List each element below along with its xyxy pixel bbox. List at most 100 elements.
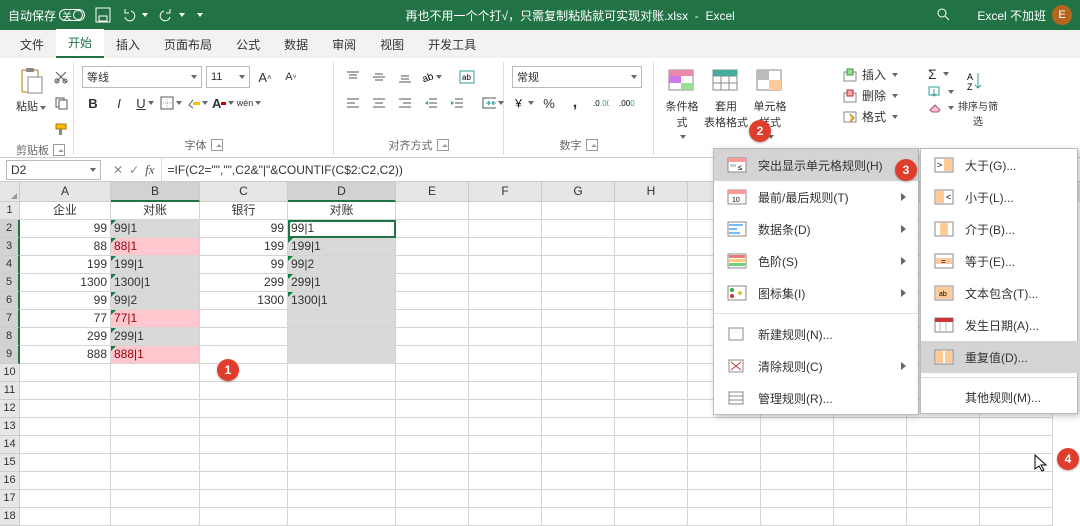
cell[interactable] [688,472,761,490]
cell[interactable] [111,472,200,490]
save-icon[interactable] [95,7,111,23]
cell[interactable]: 企业 [20,202,111,220]
cell[interactable]: 88 [20,238,111,256]
cell[interactable]: 99 [200,220,288,238]
menu-item[interactable]: ≤突出显示单元格规则(H) [714,149,918,181]
border-icon[interactable] [160,92,182,114]
fill-color-icon[interactable] [186,92,208,114]
menu-item[interactable]: >大于(G)... [921,149,1080,181]
font-family-combo[interactable]: 等线 [82,66,202,88]
cell[interactable] [469,418,542,436]
cell[interactable]: 1300 [20,274,111,292]
ribbon-tab-插入[interactable]: 插入 [104,31,152,58]
menu-item[interactable]: 其他规则(M)... [921,382,1080,413]
cell[interactable] [200,310,288,328]
cell[interactable] [200,508,288,526]
cell[interactable] [396,292,469,310]
autosum-button[interactable]: Σ [928,66,954,82]
cell[interactable] [288,328,396,346]
cell[interactable] [288,382,396,400]
cell[interactable] [615,490,688,508]
cell[interactable] [200,328,288,346]
cell[interactable] [542,238,615,256]
cell[interactable] [469,382,542,400]
row-header[interactable]: 10 [0,364,20,382]
number-launcher-icon[interactable] [586,139,598,151]
cell[interactable]: 1300|1 [288,292,396,310]
cell[interactable] [469,400,542,418]
format-cells-button[interactable]: 格式 [842,108,898,125]
cell[interactable]: 888|1 [111,346,200,364]
cell[interactable] [396,220,469,238]
cell[interactable] [20,364,111,382]
cell[interactable] [834,472,907,490]
cell[interactable] [907,418,980,436]
row-header[interactable]: 9 [0,346,20,364]
cell[interactable]: 199|1 [111,256,200,274]
cell[interactable] [761,508,834,526]
cell[interactable] [542,274,615,292]
cell[interactable]: 99|1 [111,220,200,238]
cell[interactable]: 199|1 [288,238,396,256]
cancel-formula-icon[interactable]: ✕ [113,163,123,177]
menu-item[interactable]: 清除规则(C) [714,350,918,382]
cell[interactable] [980,436,1053,454]
cell[interactable] [761,490,834,508]
comma-style-icon[interactable]: , [564,92,586,114]
cell[interactable] [396,328,469,346]
cell[interactable] [542,418,615,436]
undo-icon[interactable] [121,8,148,22]
cut-icon[interactable] [50,66,72,88]
cell[interactable]: 299 [20,328,111,346]
cell[interactable] [111,454,200,472]
cell[interactable] [615,454,688,472]
cell[interactable] [20,418,111,436]
cell[interactable] [288,436,396,454]
cell[interactable] [396,238,469,256]
cell[interactable] [469,202,542,220]
cell[interactable]: 99|2 [111,292,200,310]
cell[interactable] [288,400,396,418]
cell[interactable]: 对账 [111,202,200,220]
cell[interactable]: 1300|1 [111,274,200,292]
menu-item[interactable]: <小于(L)... [921,181,1080,213]
format-painter-icon[interactable] [50,118,72,140]
cell[interactable] [907,472,980,490]
cell[interactable] [200,400,288,418]
cell[interactable] [288,364,396,382]
autosave-toggle[interactable]: 自动保存 关 [8,7,85,24]
cell[interactable] [615,220,688,238]
cell[interactable] [111,400,200,418]
wrap-text-icon[interactable]: ab [456,66,478,88]
cell[interactable]: 299 [200,274,288,292]
cell[interactable] [111,364,200,382]
cell[interactable] [469,490,542,508]
cell[interactable] [396,490,469,508]
cell[interactable] [200,436,288,454]
cell[interactable] [834,418,907,436]
col-header-F[interactable]: F [469,182,542,202]
cell[interactable] [688,418,761,436]
menu-item[interactable]: ab文本包含(T)... [921,277,1080,309]
cell[interactable]: 1300 [200,292,288,310]
cell[interactable] [20,400,111,418]
cell[interactable]: 77 [20,310,111,328]
cell[interactable] [396,256,469,274]
col-header-G[interactable]: G [542,182,615,202]
cell[interactable] [615,418,688,436]
copy-icon[interactable] [50,92,72,114]
delete-cells-button[interactable]: 删除 [842,87,898,104]
cell[interactable] [288,418,396,436]
cell[interactable] [542,490,615,508]
cell[interactable] [615,346,688,364]
cell[interactable] [200,364,288,382]
cell[interactable] [615,310,688,328]
menu-item[interactable]: 管理规则(R)... [714,382,918,414]
clear-button[interactable] [928,102,954,114]
cell[interactable] [396,454,469,472]
ribbon-tab-开始[interactable]: 开始 [56,29,104,58]
row-header[interactable]: 3 [0,238,20,256]
cell[interactable] [980,418,1053,436]
ribbon-tab-开发工具[interactable]: 开发工具 [416,31,488,58]
cell[interactable] [111,418,200,436]
